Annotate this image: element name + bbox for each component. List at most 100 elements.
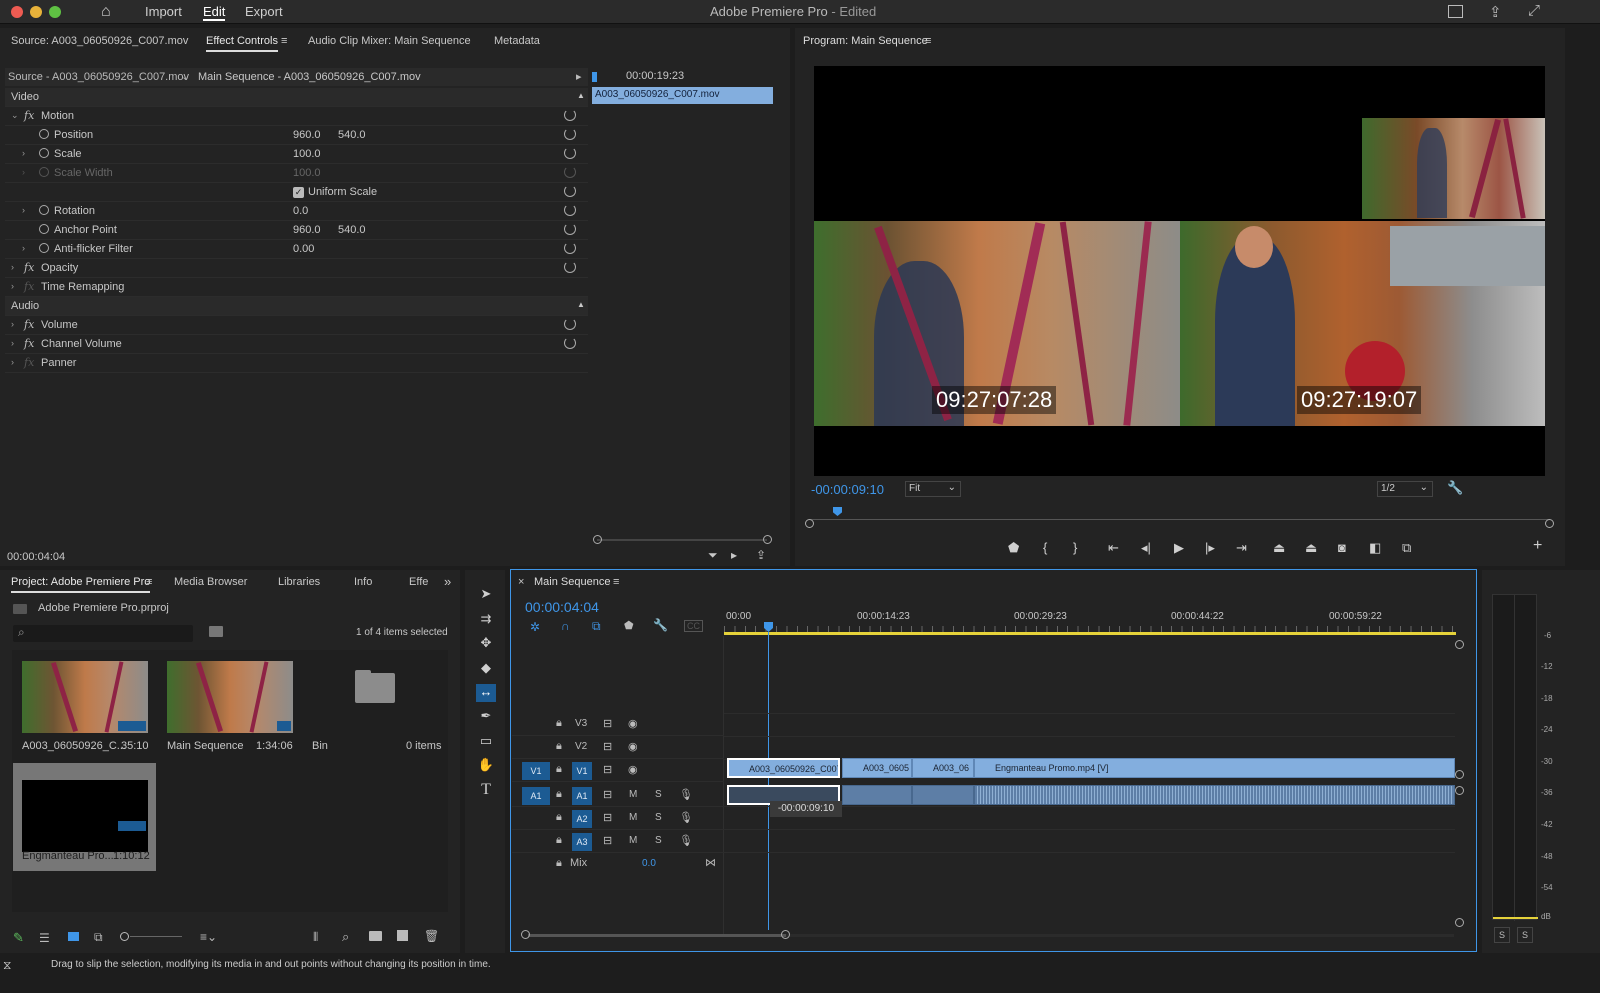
zoom-handle-left[interactable] [805, 519, 814, 528]
icon-view-icon[interactable] [68, 932, 79, 941]
reset-icon[interactable] [564, 185, 576, 197]
project-item[interactable]: Main Sequence 1:34:06 [157, 650, 302, 756]
go-to-out-icon[interactable]: ⇥ [1236, 540, 1247, 556]
tab-effect-controls[interactable]: Effect Controls [206, 35, 278, 52]
effect-motion[interactable]: ⌄ fx Motion [5, 107, 588, 126]
tab-program[interactable]: Program: Main Sequence [803, 35, 928, 47]
chevron-right-icon[interactable]: › [11, 281, 14, 291]
ripple-edit-tool-icon[interactable]: ✥ [476, 635, 496, 653]
solo-button[interactable]: S [655, 812, 662, 823]
stopwatch-icon[interactable] [39, 243, 49, 253]
close-window-button[interactable] [11, 6, 23, 18]
fx-icon[interactable]: fx [24, 318, 34, 331]
sync-lock-icon[interactable]: ⊟ [603, 788, 612, 801]
uniform-scale-checkbox[interactable]: ✓ [293, 187, 304, 198]
timeline-clip-video[interactable]: A003_0605 [842, 758, 912, 778]
rectangle-tool-icon[interactable]: ▭ [476, 733, 496, 751]
fullscreen-icon[interactable]: ⤢ [1528, 2, 1540, 19]
eye-icon[interactable]: ◉ [628, 717, 638, 730]
timeline-timecode[interactable]: 00:00:04:04 [525, 599, 599, 615]
timeline-clip-audio[interactable] [912, 785, 974, 805]
sync-lock-icon[interactable]: ⊟ [603, 740, 612, 753]
comparison-view-icon[interactable]: ◧ [1369, 540, 1381, 556]
chevron-right-icon[interactable]: › [11, 338, 14, 348]
stopwatch-icon[interactable] [39, 224, 49, 234]
track-target-a2[interactable]: A2 [572, 810, 592, 828]
folder-icon[interactable] [355, 673, 395, 703]
sequence-clip-label[interactable]: Main Sequence - A003_06050926_C007.mov [198, 71, 421, 83]
eye-icon[interactable]: ◉ [628, 763, 638, 776]
project-item[interactable]: A003_06050926_C... 35:10 [12, 650, 157, 756]
go-to-in-icon[interactable]: ⇤ [1108, 540, 1119, 556]
program-video-frame[interactable]: 09:27:07:28 09:27:19:07 [814, 66, 1545, 476]
menu-export[interactable]: Export [245, 4, 283, 19]
zoom-slider[interactable] [130, 936, 182, 937]
type-tool-icon[interactable]: T [476, 781, 496, 799]
sync-lock-icon[interactable]: ⊟ [603, 834, 612, 847]
collapse-icon[interactable]: ▲ [577, 300, 585, 309]
list-view-icon[interactable]: ☰ [39, 931, 50, 945]
anchor-x-value[interactable]: 960.0 [293, 224, 321, 236]
marker-icon[interactable]: ⬟ [624, 619, 634, 632]
reset-icon[interactable] [564, 128, 576, 140]
share-icon[interactable]: ⇪ [1489, 3, 1502, 21]
zoom-window-button[interactable] [49, 6, 61, 18]
extract-icon[interactable]: ⏏ [1305, 540, 1317, 556]
more-panels-icon[interactable]: » [444, 574, 451, 589]
tab-libraries[interactable]: Libraries [278, 576, 320, 588]
fx-icon[interactable]: fx [24, 261, 34, 274]
new-bin-icon[interactable] [369, 931, 382, 941]
play-audio-icon[interactable]: ▸ [731, 548, 737, 562]
track-select-tool-icon[interactable]: ⇉ [476, 611, 496, 629]
effect-channel-volume[interactable]: › fx Channel Volume [5, 335, 588, 354]
effect-volume[interactable]: › fx Volume [5, 316, 588, 335]
track-label[interactable]: V3 [575, 718, 587, 729]
project-item[interactable]: Bin 0 items [302, 650, 448, 756]
track-label[interactable]: V2 [575, 741, 587, 752]
home-icon[interactable]: ⌂ [101, 3, 111, 21]
slip-tool-icon[interactable]: ↔ [476, 684, 496, 702]
project-item-selected[interactable]: Engmanteau Pro... 1:10:12 [13, 763, 156, 871]
panel-menu-icon[interactable]: ≡ [613, 576, 619, 588]
mute-button[interactable]: M [629, 789, 637, 800]
v-scroll-handle[interactable] [1455, 786, 1464, 795]
microphone-icon[interactable]: 🎙︎ [679, 811, 693, 824]
lock-icon[interactable]: 🔒︎ [556, 811, 562, 824]
fx-icon[interactable]: fx [24, 337, 34, 350]
chevron-right-icon[interactable]: › [22, 148, 25, 158]
tab-info[interactable]: Info [354, 576, 372, 588]
lock-icon[interactable]: 🔒︎ [556, 763, 562, 776]
tab-media-browser[interactable]: Media Browser [174, 576, 247, 588]
tab-effects[interactable]: Effe [409, 576, 428, 588]
lift-icon[interactable]: ⏏ [1273, 540, 1285, 556]
effect-time-remapping[interactable]: › fx Time Remapping [5, 278, 588, 297]
freeform-view-icon[interactable]: ⧉ [94, 930, 103, 945]
chevron-down-icon[interactable]: ⌄ [11, 110, 19, 121]
step-forward-icon[interactable]: |▸ [1205, 540, 1215, 556]
menu-edit[interactable]: Edit [203, 4, 226, 21]
stopwatch-icon[interactable] [39, 205, 49, 215]
menu-import[interactable]: Import [145, 4, 182, 19]
reset-icon[interactable] [564, 109, 576, 121]
effect-controls-timecode[interactable]: 00:00:04:04 [7, 551, 65, 563]
v-scroll-handle[interactable] [1455, 640, 1464, 649]
reset-icon[interactable] [564, 337, 576, 349]
work-area-bar[interactable] [724, 632, 1456, 635]
razor-tool-icon[interactable]: ◆ [476, 660, 496, 678]
stopwatch-icon[interactable] [39, 148, 49, 158]
solo-button[interactable]: S [655, 789, 662, 800]
tab-source[interactable]: Source: A003_06050926_C007.mov [11, 35, 188, 47]
eye-icon[interactable]: ◉ [628, 740, 638, 753]
position-x-value[interactable]: 960.0 [293, 129, 321, 141]
reset-icon[interactable] [564, 147, 576, 159]
mini-playhead[interactable] [592, 72, 597, 82]
chevron-right-icon[interactable]: › [11, 357, 14, 367]
collapse-icon[interactable]: ▲ [577, 91, 585, 100]
tab-audio-clip-mixer[interactable]: Audio Clip Mixer: Main Sequence [308, 35, 471, 47]
clip-thumbnail[interactable] [22, 661, 148, 733]
close-icon[interactable]: × [518, 576, 524, 588]
reset-icon[interactable] [564, 242, 576, 254]
bowtie-icon[interactable]: ⋈ [705, 856, 716, 869]
wrench-icon[interactable]: 🔧 [1447, 480, 1463, 496]
timeline-clip-video[interactable]: A003_06050926_C007 [727, 758, 840, 778]
